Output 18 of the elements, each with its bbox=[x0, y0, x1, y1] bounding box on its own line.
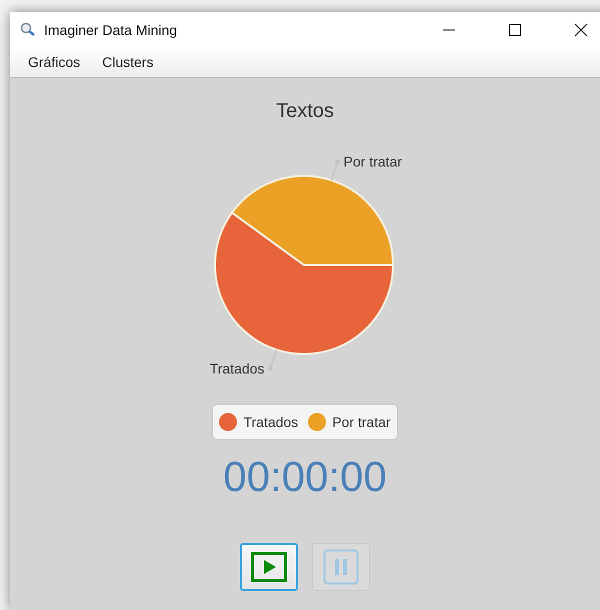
pause-icon bbox=[323, 549, 359, 585]
maximize-icon bbox=[508, 22, 522, 36]
chart-title: Textos bbox=[276, 100, 334, 123]
slice-label: Por tratar bbox=[344, 154, 402, 170]
menu-item[interactable]: Clusters bbox=[92, 51, 164, 73]
slice-label: Tratados bbox=[210, 360, 264, 376]
menu-item[interactable]: Gráficos bbox=[18, 51, 90, 73]
play-icon bbox=[251, 552, 287, 582]
magnifier-icon bbox=[20, 22, 36, 38]
close-icon bbox=[574, 22, 588, 36]
minimize-icon bbox=[443, 28, 455, 30]
leader-line bbox=[268, 349, 278, 371]
window-title: Imaginer Data Mining bbox=[44, 22, 178, 38]
timer-display: 00:00:00 bbox=[223, 453, 387, 501]
play-button[interactable] bbox=[240, 543, 298, 591]
legend-label: Por tratar bbox=[332, 414, 391, 430]
legend-label: Tratados bbox=[243, 414, 298, 430]
leader-line bbox=[330, 159, 340, 181]
